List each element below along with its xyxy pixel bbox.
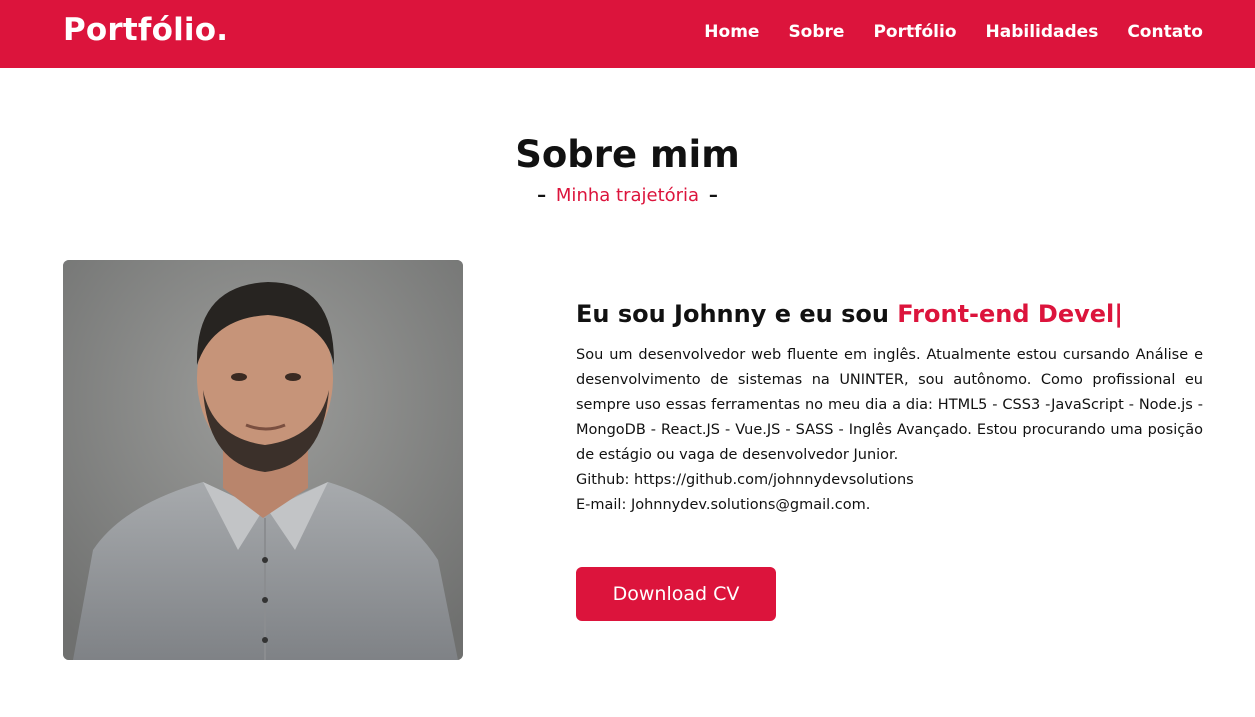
nav-link-contato[interactable]: Contato bbox=[1127, 22, 1203, 42]
bio-paragraph: Sou um desenvolvedor web fluente em ingl… bbox=[576, 347, 1203, 463]
github-line: Github: https://github.com/johnnydevsolu… bbox=[576, 472, 914, 488]
navbar: Portfólio. Home Sobre Portfólio Habilida… bbox=[0, 0, 1255, 68]
profile-photo bbox=[63, 260, 463, 660]
nav-link-home[interactable]: Home bbox=[704, 22, 759, 42]
section-subtitle: – Minha trajetória – bbox=[0, 185, 1255, 206]
section-title: Sobre mim bbox=[515, 133, 740, 176]
nav-link-habilidades[interactable]: Habilidades bbox=[986, 22, 1099, 42]
subtitle-text: Minha trajetória bbox=[555, 185, 700, 206]
email-line: E-mail: Johnnydev.solutions@gmail.com. bbox=[576, 497, 871, 513]
nav-item-portfolio: Portfólio bbox=[873, 22, 956, 42]
about-text: Eu sou Johnny e eu sou Front-end Devel| … bbox=[576, 300, 1203, 518]
nav-link-portfolio[interactable]: Portfólio bbox=[873, 22, 956, 42]
subtitle-dash-left: – bbox=[537, 185, 547, 206]
subtitle-dash-right: – bbox=[708, 185, 718, 206]
nav-item-sobre: Sobre bbox=[788, 22, 844, 42]
nav-item-home: Home bbox=[704, 22, 759, 42]
logo[interactable]: Portfólio. bbox=[63, 12, 228, 48]
nav-item-habilidades: Habilidades bbox=[986, 22, 1099, 42]
headline: Eu sou Johnny e eu sou Front-end Devel| bbox=[576, 300, 1203, 328]
nav-item-contato: Contato bbox=[1127, 22, 1203, 42]
typing-cursor: | bbox=[1114, 300, 1124, 328]
download-cv-button[interactable]: Download CV bbox=[576, 567, 776, 621]
nav-menu: Home Sobre Portfólio Habilidades Contato bbox=[704, 22, 1203, 42]
nav-link-sobre[interactable]: Sobre bbox=[788, 22, 844, 42]
headline-typed-text: Front-end Devel bbox=[897, 300, 1115, 328]
headline-prefix: Eu sou Johnny e eu sou bbox=[576, 300, 889, 328]
